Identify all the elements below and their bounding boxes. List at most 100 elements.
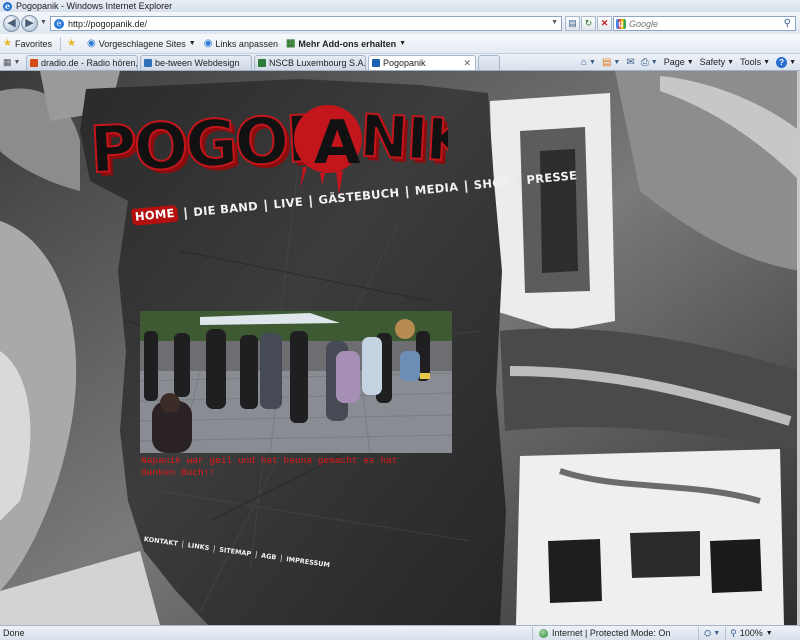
footer-separator: | bbox=[279, 553, 284, 563]
chevron-down-icon[interactable]: ▼ bbox=[713, 630, 720, 637]
photo-caption: Napanik war geil und hat bauna gemacht e… bbox=[141, 455, 398, 478]
status-bar: Done Internet | Protected Mode: On ⛭ ▼ ⚲… bbox=[0, 625, 800, 640]
security-zone[interactable]: Internet | Protected Mode: On bbox=[532, 626, 698, 640]
read-mail-icon[interactable]: ✉ bbox=[626, 57, 634, 68]
footer-separator: | bbox=[181, 539, 185, 549]
globe-icon bbox=[539, 628, 548, 638]
chevron-down-icon: ▼ bbox=[789, 58, 796, 66]
stop-button[interactable]: ✕ bbox=[597, 16, 612, 31]
security-zone-label: Internet | Protected Mode: On bbox=[552, 628, 671, 638]
safety-menu-button[interactable]: Safety ▼ bbox=[700, 57, 734, 67]
tab-nscb[interactable]: NSCB Luxembourg S.A.: H... bbox=[254, 55, 366, 70]
close-tab-icon[interactable]: ✕ bbox=[463, 58, 471, 69]
ie-page-icon: ◉ bbox=[203, 38, 213, 49]
nav-separator: | bbox=[308, 192, 314, 208]
zoom-level: 100% bbox=[739, 628, 763, 638]
favorites-item-label: Vorgeschlagene Sites bbox=[98, 38, 186, 49]
print-dropdown-icon[interactable]: ▼ bbox=[651, 59, 658, 66]
address-field[interactable]: e ▼ bbox=[50, 16, 562, 31]
search-icon[interactable]: ⚲ bbox=[784, 18, 791, 29]
favorites-item-label: Links anpassen bbox=[215, 38, 278, 49]
zoom-icon: ⚲ bbox=[730, 627, 737, 638]
home-dropdown-icon[interactable]: ▼ bbox=[589, 59, 596, 66]
favorites-button[interactable]: ★ Favorites bbox=[3, 38, 52, 49]
status-tools[interactable]: ⛭ ▼ bbox=[698, 626, 725, 640]
nav-live-link[interactable]: LIVE bbox=[273, 194, 304, 211]
page-menu-label: Page bbox=[663, 57, 685, 67]
search-input[interactable] bbox=[629, 18, 779, 29]
search-field[interactable]: g ⚲ bbox=[613, 16, 796, 31]
footer-agb-link[interactable]: AGB bbox=[261, 551, 277, 561]
google-icon: g bbox=[616, 18, 626, 29]
status-tools-icon[interactable]: ⛭ bbox=[704, 628, 711, 639]
window-title: Pogopanik - Windows Internet Explorer bbox=[16, 1, 173, 11]
nav-separator: | bbox=[404, 183, 410, 199]
tab-bar: ▦ ▼ dradio.de - Radio hören, w... be-twe… bbox=[0, 54, 800, 71]
url-input[interactable] bbox=[68, 18, 528, 29]
nav-separator: | bbox=[182, 204, 189, 220]
favorites-separator bbox=[59, 36, 61, 51]
nav-separator: | bbox=[463, 177, 469, 193]
favorites-star-icon: ★ bbox=[3, 38, 12, 49]
nscb-favicon-icon bbox=[258, 59, 266, 67]
quick-tabs-controls[interactable]: ▦ ▼ bbox=[0, 54, 26, 70]
tab-label: NSCB Luxembourg S.A.: H... bbox=[269, 58, 366, 68]
chevron-down-icon: ▼ bbox=[765, 629, 773, 637]
logo-text-a: A bbox=[314, 108, 361, 178]
page-menu-button[interactable]: Page ▼ bbox=[664, 57, 694, 67]
zoom-control[interactable]: ⚲ 100% ▼ bbox=[725, 626, 777, 640]
add-to-favorites-bar-button[interactable]: ★ bbox=[67, 38, 79, 49]
favorites-item-label: Mehr Add-ons erhalten bbox=[298, 38, 397, 49]
address-toolbar: ◀ ▶ ▼ e ▼ ▤ ↻ ✕ g ⚲ bbox=[0, 12, 800, 34]
chevron-down-icon: ▼ bbox=[727, 58, 735, 66]
recent-pages-dropdown-icon[interactable]: ▼ bbox=[40, 19, 47, 26]
favorites-label: Favorites bbox=[14, 38, 52, 49]
tools-menu-button[interactable]: Tools ▼ bbox=[740, 57, 770, 67]
refresh-button[interactable]: ↻ bbox=[581, 16, 596, 31]
nav-separator: | bbox=[263, 196, 269, 213]
be-tween-favicon-icon bbox=[144, 59, 152, 67]
ie-logo-icon: e bbox=[3, 0, 12, 11]
tab-label: be-tween Webdesign bbox=[155, 58, 240, 68]
pogopanik-logo: POGOP POGOP A NIK NIK bbox=[88, 101, 448, 195]
address-dropdown-icon[interactable]: ▼ bbox=[551, 19, 558, 26]
tab-list-dropdown-icon[interactable]: ▼ bbox=[14, 59, 21, 66]
nav-presse-link[interactable]: PRESSE bbox=[526, 168, 578, 187]
concert-crowd-photo bbox=[140, 311, 452, 453]
add-favorite-icon: ★ bbox=[66, 38, 76, 49]
pogopanik-favicon-icon bbox=[372, 59, 380, 67]
footer-separator: | bbox=[254, 549, 258, 559]
window-title-bar: e Pogopanik - Windows Internet Explorer bbox=[0, 0, 800, 12]
tab-label: dradio.de - Radio hören, w... bbox=[41, 58, 138, 68]
dradio-favicon-icon bbox=[30, 59, 38, 67]
tab-label: Pogopanik bbox=[383, 58, 426, 68]
quick-tabs-icon[interactable]: ▦ bbox=[3, 57, 12, 68]
compatibility-view-button[interactable]: ▤ bbox=[565, 16, 580, 31]
tab-be-tween[interactable]: be-tween Webdesign bbox=[140, 55, 252, 70]
print-icon[interactable]: ⎙ bbox=[641, 57, 649, 68]
tab-dradio[interactable]: dradio.de - Radio hören, w... bbox=[26, 55, 138, 70]
feeds-dropdown-icon[interactable]: ▼ bbox=[613, 59, 620, 66]
back-button[interactable]: ◀ bbox=[3, 15, 20, 32]
safety-menu-label: Safety bbox=[699, 57, 726, 67]
help-menu-button[interactable]: ? ▼ bbox=[776, 56, 796, 68]
favorites-item-customize-links[interactable]: ◉ Links anpassen bbox=[204, 38, 278, 49]
feeds-icon[interactable]: ▤ bbox=[602, 57, 611, 68]
tab-pogopanik[interactable]: Pogopanik ✕ bbox=[368, 55, 476, 70]
command-bar: ⌂ ▼ ▤ ▼ ✉ ⎙ ▼ Page ▼ Safety ▼ Tools ▼ ? ▼ bbox=[575, 54, 800, 70]
home-icon[interactable]: ⌂ bbox=[581, 57, 587, 68]
ie-page-icon: ◉ bbox=[86, 38, 96, 49]
nav-shop-link[interactable]: SHOP bbox=[473, 174, 511, 192]
footer-separator: | bbox=[212, 543, 216, 553]
page-viewport: POGOP POGOP A NIK NIK HOME | DIE BAND | … bbox=[0, 71, 800, 625]
help-icon: ? bbox=[776, 56, 788, 68]
forward-button[interactable]: ▶ bbox=[21, 15, 38, 32]
favorites-item-get-addons[interactable]: ▦ Mehr Add-ons erhalten ▼ bbox=[286, 38, 406, 49]
status-text: Done bbox=[3, 628, 25, 638]
tools-menu-label: Tools bbox=[740, 57, 762, 67]
nav-media-link[interactable]: MEDIA bbox=[414, 179, 459, 197]
favorites-item-suggested-sites[interactable]: ◉ Vorgeschlagene Sites ▼ bbox=[87, 38, 196, 49]
chevron-down-icon: ▼ bbox=[686, 58, 694, 66]
chevron-down-icon: ▼ bbox=[188, 40, 196, 47]
new-tab-button[interactable] bbox=[478, 55, 500, 70]
